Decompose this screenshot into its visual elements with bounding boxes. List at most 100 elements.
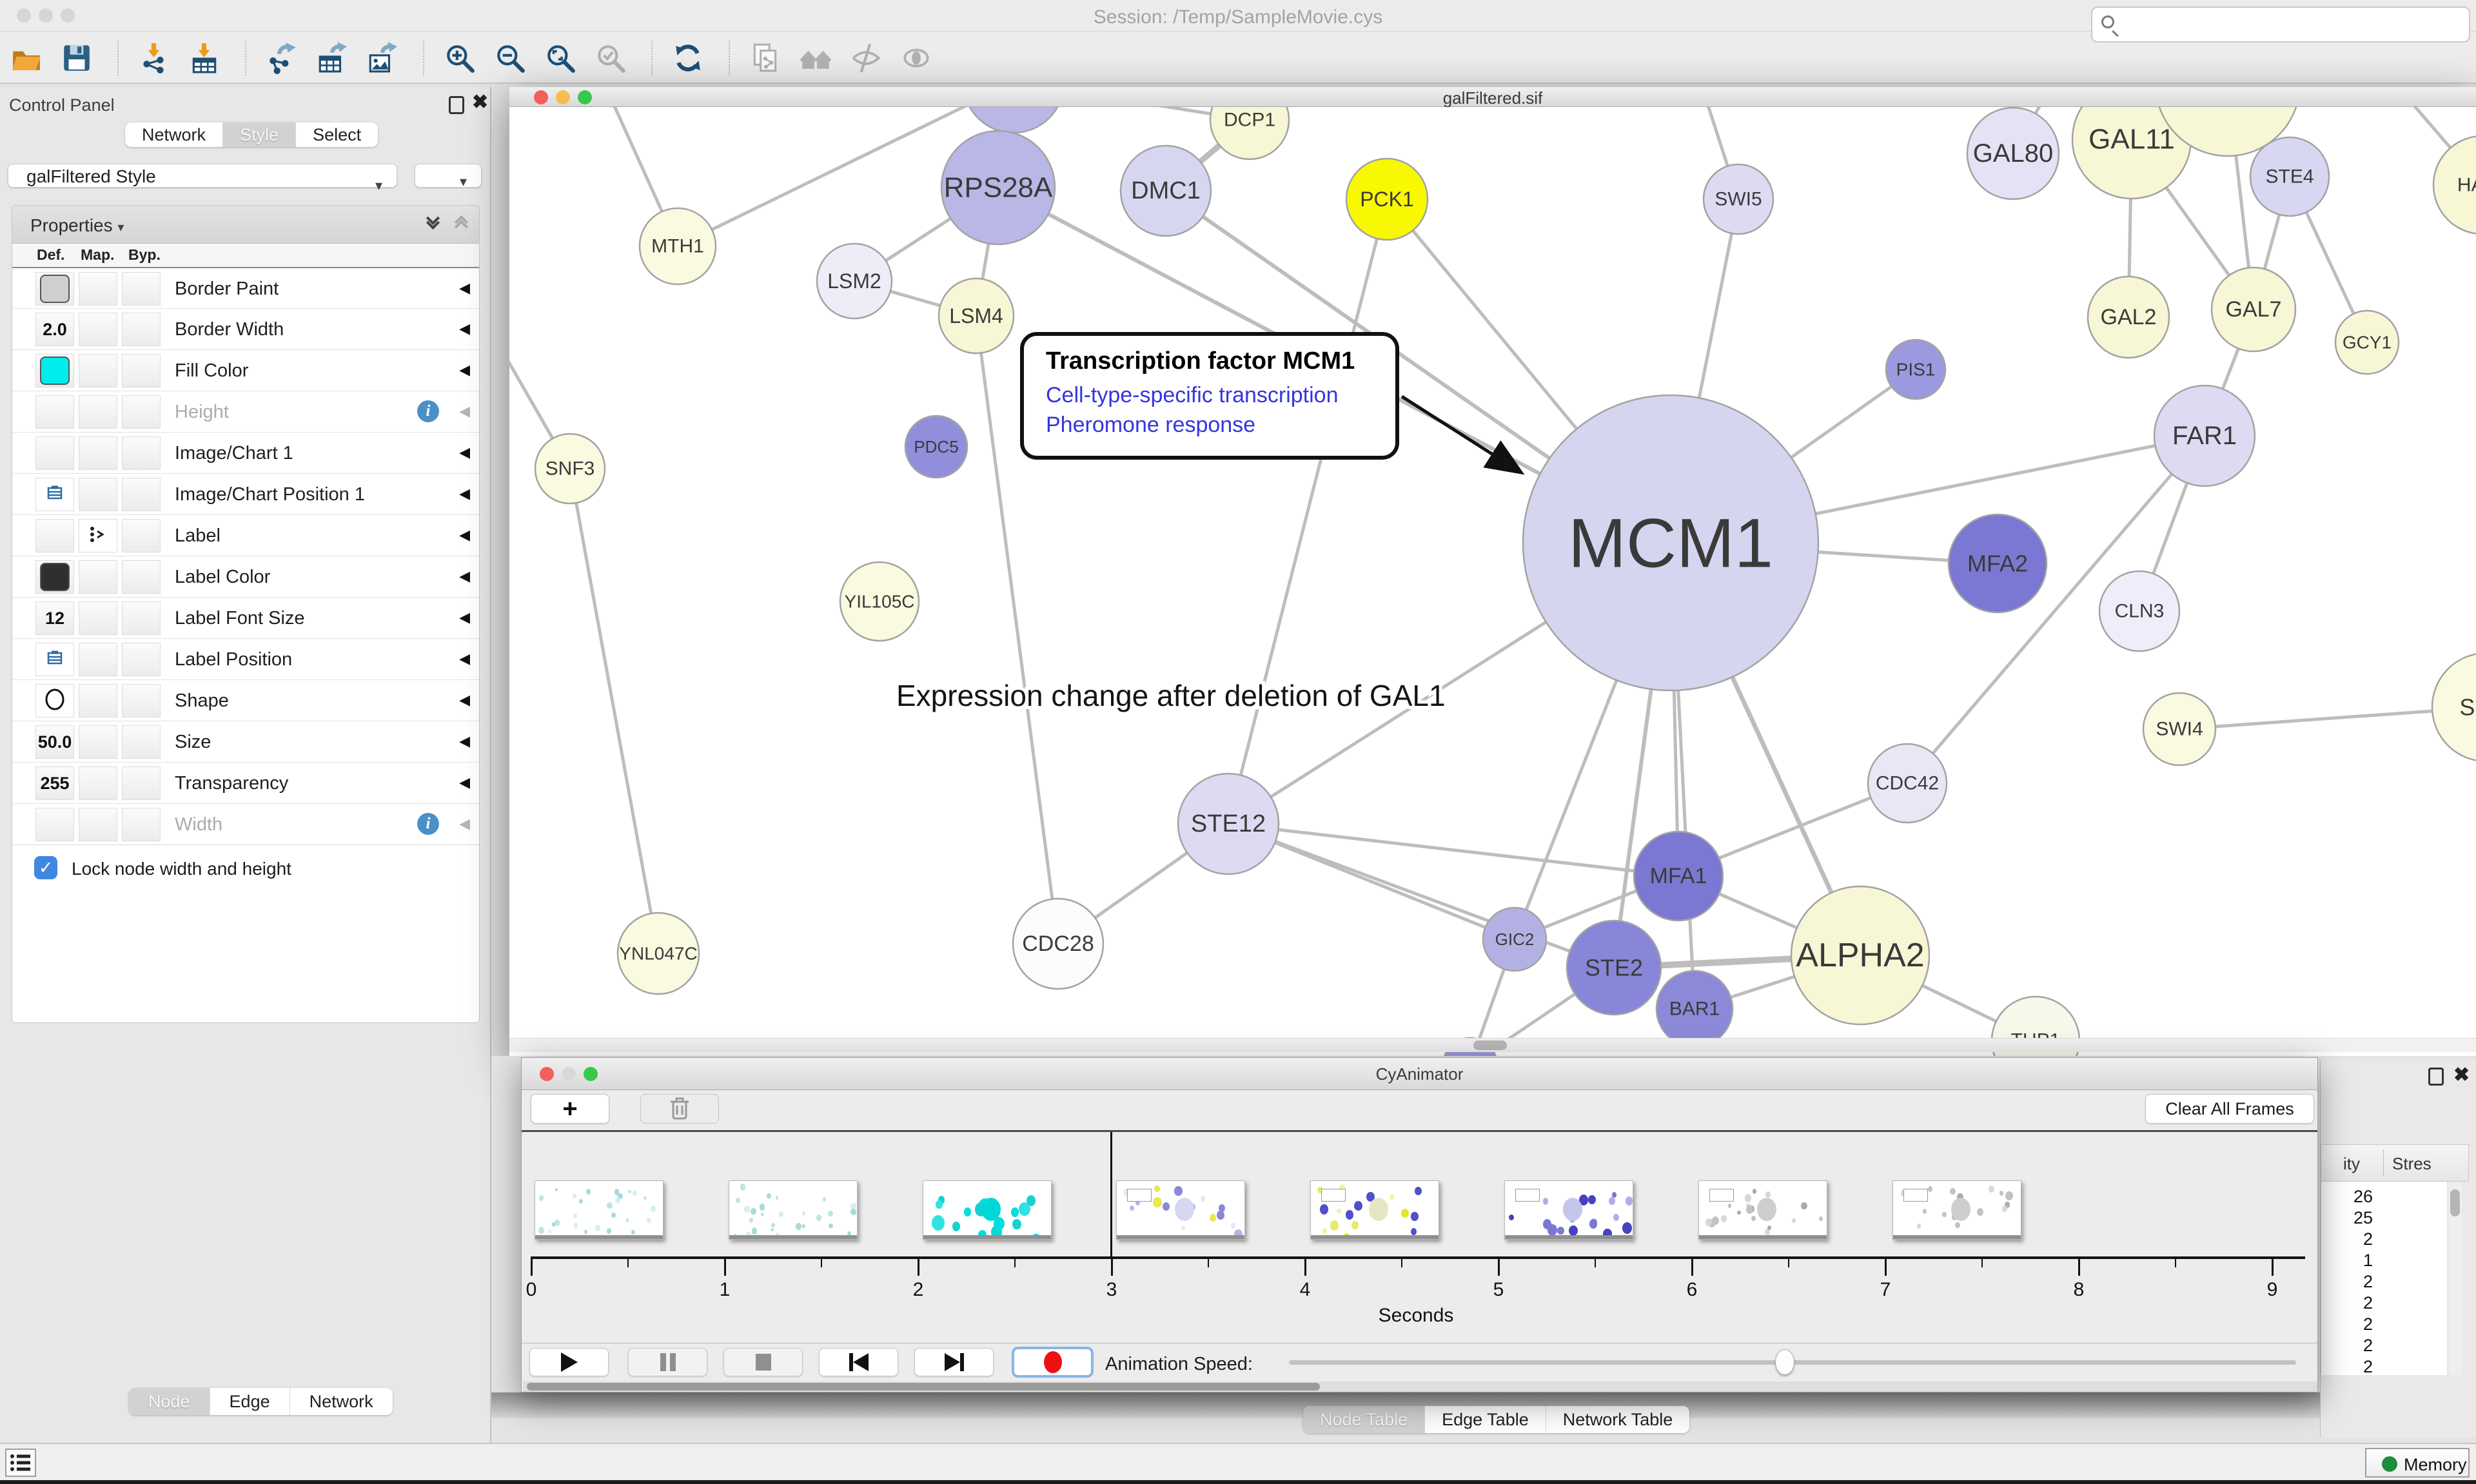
timeline[interactable]: 0123456789 Seconds [522, 1132, 2317, 1343]
tab-edge-table[interactable]: Edge Table [1424, 1406, 1546, 1433]
add-frame-button[interactable]: + [531, 1094, 609, 1124]
collapse-arrow-icon[interactable]: ◀ [459, 403, 470, 420]
annotation-callout[interactable]: Transcription factor MCM1 Cell-type-spec… [1020, 332, 1399, 460]
value-cell[interactable] [122, 684, 161, 718]
collapse-arrow-icon[interactable]: ◀ [459, 692, 470, 708]
value-cell[interactable] [122, 272, 161, 306]
expand-all-icon[interactable] [428, 213, 438, 226]
property-row-border-paint[interactable]: Border Paint◀ [12, 267, 479, 308]
collapse-arrow-icon[interactable]: ◀ [459, 733, 470, 750]
property-row-shape[interactable]: Shape◀ [12, 679, 479, 721]
playhead[interactable] [1110, 1132, 1112, 1259]
import-network-icon[interactable] [138, 42, 170, 74]
value-cell[interactable] [122, 808, 161, 841]
value-cell[interactable] [122, 436, 161, 470]
property-row-border-width[interactable]: 2.0Border Width◀ [12, 308, 479, 349]
value-cell[interactable] [79, 313, 117, 346]
scrollbar-thumb[interactable] [1473, 1040, 1507, 1050]
open-session-icon[interactable] [10, 42, 43, 74]
collapse-arrow-icon[interactable]: ◀ [459, 774, 470, 791]
play-button[interactable] [529, 1348, 609, 1376]
value-cell[interactable] [79, 272, 117, 306]
tab-network[interactable]: Network [125, 122, 222, 147]
collapse-arrow-icon[interactable]: ◀ [459, 444, 470, 461]
value-cell[interactable] [35, 354, 74, 387]
cyanimator-titlebar[interactable]: CyAnimator [522, 1058, 2317, 1090]
speed-slider-thumb[interactable] [1775, 1349, 1794, 1375]
value-cell[interactable] [122, 725, 161, 759]
value-cell[interactable] [122, 560, 161, 594]
collapse-arrow-icon[interactable]: ◀ [459, 280, 470, 297]
value-cell[interactable] [122, 601, 161, 635]
property-row-label-font-size[interactable]: 12Label Font Size◀ [12, 597, 479, 638]
style-dropdown[interactable]: galFiltered Style ▾ [8, 164, 397, 188]
collapse-arrow-icon[interactable]: ◀ [459, 815, 470, 832]
frame-thumbnail-4[interactable] [1310, 1180, 1439, 1240]
zoom-out-icon[interactable] [494, 42, 526, 74]
callout-link[interactable]: Pheromone response [1046, 410, 1395, 440]
property-row-size[interactable]: 50.0Size◀ [12, 721, 479, 762]
value-cell[interactable] [122, 395, 161, 429]
value-cell[interactable] [35, 436, 74, 470]
value-cell[interactable] [35, 519, 74, 552]
tab-select[interactable]: Select [295, 122, 378, 147]
info-icon[interactable]: i [417, 400, 439, 422]
property-row-height[interactable]: Heighti◀ [12, 391, 479, 432]
property-row-image-chart-1[interactable]: Image/Chart 1◀ [12, 432, 479, 473]
float-panel-icon[interactable] [2428, 1068, 2444, 1086]
value-cell[interactable] [79, 519, 117, 552]
value-cell[interactable] [122, 354, 161, 387]
value-cell[interactable]: 2.0 [35, 313, 74, 346]
value-cell[interactable] [79, 354, 117, 387]
lock-checkbox[interactable]: ✓ [34, 856, 57, 879]
collapse-arrow-icon[interactable]: ◀ [459, 320, 470, 337]
frame-thumbnail-7[interactable] [1892, 1180, 2021, 1240]
scrollbar-thumb[interactable] [2450, 1189, 2460, 1216]
network-hscrollbar[interactable] [509, 1038, 2476, 1052]
value-cell[interactable] [122, 766, 161, 800]
record-button[interactable] [1013, 1348, 1092, 1376]
network-edge[interactable] [570, 469, 658, 953]
property-row-transparency[interactable]: 255Transparency◀ [12, 762, 479, 803]
value-cell[interactable] [79, 766, 117, 800]
value-cell[interactable] [79, 436, 117, 470]
snapshot-icon[interactable] [749, 42, 781, 74]
frame-thumbnail-0[interactable] [535, 1180, 663, 1240]
task-history-button[interactable] [5, 1449, 36, 1477]
column-header[interactable]: Stres [2392, 1154, 2463, 1174]
frame-thumbnail-3[interactable] [1116, 1180, 1245, 1240]
collapse-arrow-icon[interactable]: ◀ [459, 650, 470, 667]
value-cell[interactable] [79, 601, 117, 635]
pause-button[interactable] [628, 1348, 707, 1376]
search-input[interactable] [2091, 6, 2470, 43]
zoom-in-icon[interactable] [444, 42, 476, 74]
network-node-RPS28B[interactable] [963, 107, 1064, 133]
network-window-titlebar[interactable]: galFiltered.sif [509, 87, 2476, 107]
value-cell[interactable] [122, 478, 161, 511]
export-network-icon[interactable] [266, 42, 298, 74]
value-cell[interactable] [35, 684, 74, 718]
table-cell[interactable]: 2 [2321, 1336, 2373, 1356]
info-icon[interactable]: i [417, 813, 439, 835]
table-cell[interactable]: 2 [2321, 1229, 2373, 1249]
frame-thumbnail-6[interactable] [1698, 1180, 1827, 1240]
property-row-width[interactable]: Widthi◀ [12, 803, 479, 845]
delete-frame-button[interactable] [640, 1094, 719, 1124]
value-cell[interactable] [79, 560, 117, 594]
table-cell[interactable]: 2 [2321, 1293, 2373, 1313]
value-cell[interactable]: 255 [35, 766, 74, 800]
value-cell[interactable] [35, 395, 74, 429]
close-panel-icon[interactable]: ✖ [472, 93, 488, 112]
tab-node-table[interactable]: Node Table [1303, 1406, 1424, 1433]
frame-thumbnail-1[interactable] [729, 1180, 858, 1240]
value-cell[interactable] [79, 684, 117, 718]
property-row-label-color[interactable]: Label Color◀ [12, 556, 479, 597]
hide-panels-icon[interactable] [850, 42, 882, 74]
value-cell[interactable] [35, 643, 74, 676]
value-cell[interactable] [122, 313, 161, 346]
next-frame-button[interactable] [914, 1348, 994, 1376]
birdseye-icon[interactable] [800, 42, 832, 74]
tab-edge[interactable]: Edge [210, 1388, 290, 1415]
table-header-row[interactable]: ity Stres [2321, 1144, 2469, 1182]
import-table-icon[interactable] [188, 42, 221, 74]
